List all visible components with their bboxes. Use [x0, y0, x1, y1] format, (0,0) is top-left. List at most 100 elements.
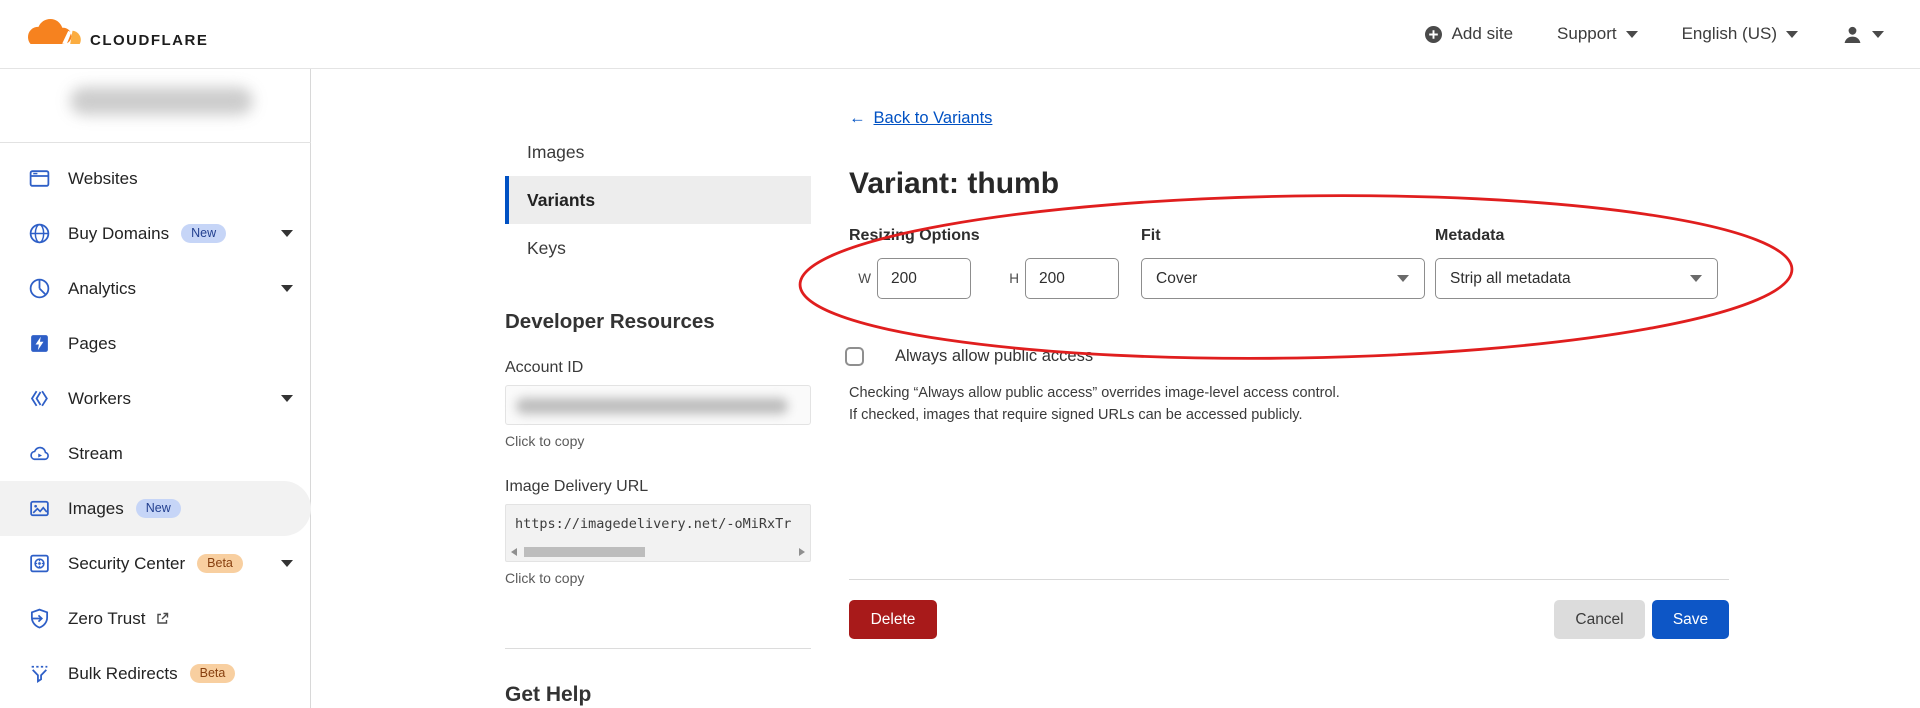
chevron-down-icon [1626, 31, 1638, 38]
chevron-down-icon [1397, 275, 1409, 282]
cloudflare-cloud-icon [20, 17, 84, 51]
sidebar-item-label: Images [68, 499, 124, 519]
height-label: H [1005, 271, 1019, 286]
sidebar-item-label: Pages [68, 334, 116, 354]
sidebar-item-buy-domains[interactable]: Buy Domains New [0, 206, 311, 261]
page-title: Variant: thumb [849, 167, 1059, 201]
subnav-item-label: Keys [527, 238, 566, 259]
subnav-item-variants[interactable]: Variants [505, 176, 811, 224]
top-bar-actions: Add site Support English (US) [1424, 24, 1884, 45]
new-badge: New [181, 224, 226, 244]
plus-circle-icon [1424, 25, 1443, 44]
cloud-play-icon [27, 442, 51, 466]
public-access-label: Always allow public access [895, 347, 1093, 366]
width-input[interactable] [877, 258, 971, 299]
account-id-copy-box[interactable] [505, 385, 811, 425]
subnav-item-label: Variants [527, 190, 595, 211]
public-access-row: Always allow public access [849, 347, 1093, 366]
chevron-down-icon[interactable] [281, 285, 293, 292]
back-arrow-icon: ← [849, 109, 866, 128]
horizontal-scrollbar[interactable] [506, 546, 810, 559]
account-id-redacted [516, 398, 788, 414]
sidebar-item-label: Websites [68, 169, 138, 189]
browser-icon [27, 167, 51, 191]
fit-label: Fit [1141, 227, 1425, 245]
sidebar-item-label: Bulk Redirects [68, 664, 178, 684]
language-menu[interactable]: English (US) [1682, 24, 1798, 44]
new-badge: New [136, 499, 181, 519]
beta-badge: Beta [190, 664, 236, 684]
funnel-icon [27, 662, 51, 686]
sidebar-item-label: Buy Domains [68, 224, 169, 244]
account-id-label: Account ID [505, 359, 811, 377]
width-label: W [857, 271, 871, 286]
fit-select[interactable]: Cover [1141, 258, 1425, 299]
description-line-1: Checking “Always allow public access” ov… [849, 383, 1340, 405]
back-link-label: Back to Variants [874, 109, 993, 128]
cloudflare-dashboard: CLOUDFLARE Add site Support English (US) [0, 0, 1920, 708]
description-line-2: If checked, images that require signed U… [849, 405, 1340, 427]
support-label: Support [1557, 24, 1617, 44]
add-site-label: Add site [1452, 24, 1513, 44]
sidebar-item-label: Security Center [68, 554, 185, 574]
fit-selected-value: Cover [1156, 270, 1197, 288]
sidebar-divider [0, 142, 311, 143]
developer-resources-title: Developer Resources [505, 310, 811, 334]
sidebar-item-websites[interactable]: Websites [0, 151, 311, 206]
sidebar-item-label: Workers [68, 389, 131, 409]
globe-icon [27, 222, 51, 246]
account-id-copy-hint: Click to copy [505, 433, 811, 449]
metadata-select[interactable]: Strip all metadata [1435, 258, 1718, 299]
image-delivery-url-label: Image Delivery URL [505, 478, 811, 496]
subnav-item-keys[interactable]: Keys [505, 224, 811, 272]
sidebar-item-label: Zero Trust [68, 609, 145, 629]
scrollbar-thumb[interactable] [524, 547, 645, 557]
subnav-item-label: Images [527, 142, 584, 163]
resizing-options-group: Resizing Options W H [849, 227, 1119, 299]
brand-wordmark: CLOUDFLARE [90, 32, 208, 51]
top-bar: CLOUDFLARE Add site Support English (US) [0, 0, 1920, 69]
language-label: English (US) [1682, 24, 1777, 44]
account-menu[interactable] [1842, 24, 1884, 45]
sidebar-item-bulk-redirects[interactable]: Bulk Redirects Beta [0, 646, 311, 701]
support-menu[interactable]: Support [1557, 24, 1638, 44]
back-to-variants-link[interactable]: ← Back to Variants [849, 109, 992, 128]
scroll-left-icon[interactable] [511, 548, 517, 556]
sidebar-item-workers[interactable]: Workers [0, 371, 311, 426]
add-site-button[interactable]: Add site [1424, 24, 1513, 44]
public-access-description: Checking “Always allow public access” ov… [849, 383, 1340, 426]
cloudflare-logo[interactable]: CLOUDFLARE [20, 17, 208, 51]
save-button[interactable]: Save [1652, 600, 1729, 639]
images-sub-column: Images Variants Keys Developer Resources… [505, 69, 811, 707]
chevron-down-icon[interactable] [281, 395, 293, 402]
vault-icon [27, 552, 51, 576]
external-link-icon [155, 611, 170, 626]
metadata-label: Metadata [1435, 227, 1718, 245]
chevron-down-icon[interactable] [281, 230, 293, 237]
sidebar-item-security-center[interactable]: Security Center Beta [0, 536, 311, 591]
main-sidebar: Websites Buy Domains New Analytics [0, 69, 311, 708]
delete-button[interactable]: Delete [849, 600, 937, 639]
chevron-down-icon[interactable] [281, 560, 293, 567]
image-delivery-url-box[interactable]: https://imagedelivery.net/-oMiRxTr [505, 504, 811, 562]
metadata-selected-value: Strip all metadata [1450, 270, 1571, 288]
height-input[interactable] [1025, 258, 1119, 299]
beta-badge: Beta [197, 554, 243, 574]
scroll-right-icon[interactable] [799, 548, 805, 556]
sidebar-item-stream[interactable]: Stream [0, 426, 311, 481]
lightning-icon [27, 332, 51, 356]
metadata-group: Metadata Strip all metadata [1435, 227, 1718, 299]
always-allow-public-access-checkbox[interactable] [845, 347, 864, 366]
image-delivery-url-copy-hint: Click to copy [505, 570, 811, 586]
account-name-redacted[interactable] [70, 87, 253, 115]
sidebar-item-zero-trust[interactable]: Zero Trust [0, 591, 311, 646]
sidebar-item-label: Stream [68, 444, 123, 464]
sidebar-item-analytics[interactable]: Analytics [0, 261, 311, 316]
image-icon [27, 497, 51, 521]
subnav-item-images[interactable]: Images [505, 128, 811, 176]
cancel-button[interactable]: Cancel [1554, 600, 1645, 639]
sidebar-item-images[interactable]: Images New [0, 481, 311, 536]
sidebar-item-pages[interactable]: Pages [0, 316, 311, 371]
user-icon [1842, 24, 1863, 45]
images-sub-nav: Images Variants Keys [505, 128, 811, 272]
